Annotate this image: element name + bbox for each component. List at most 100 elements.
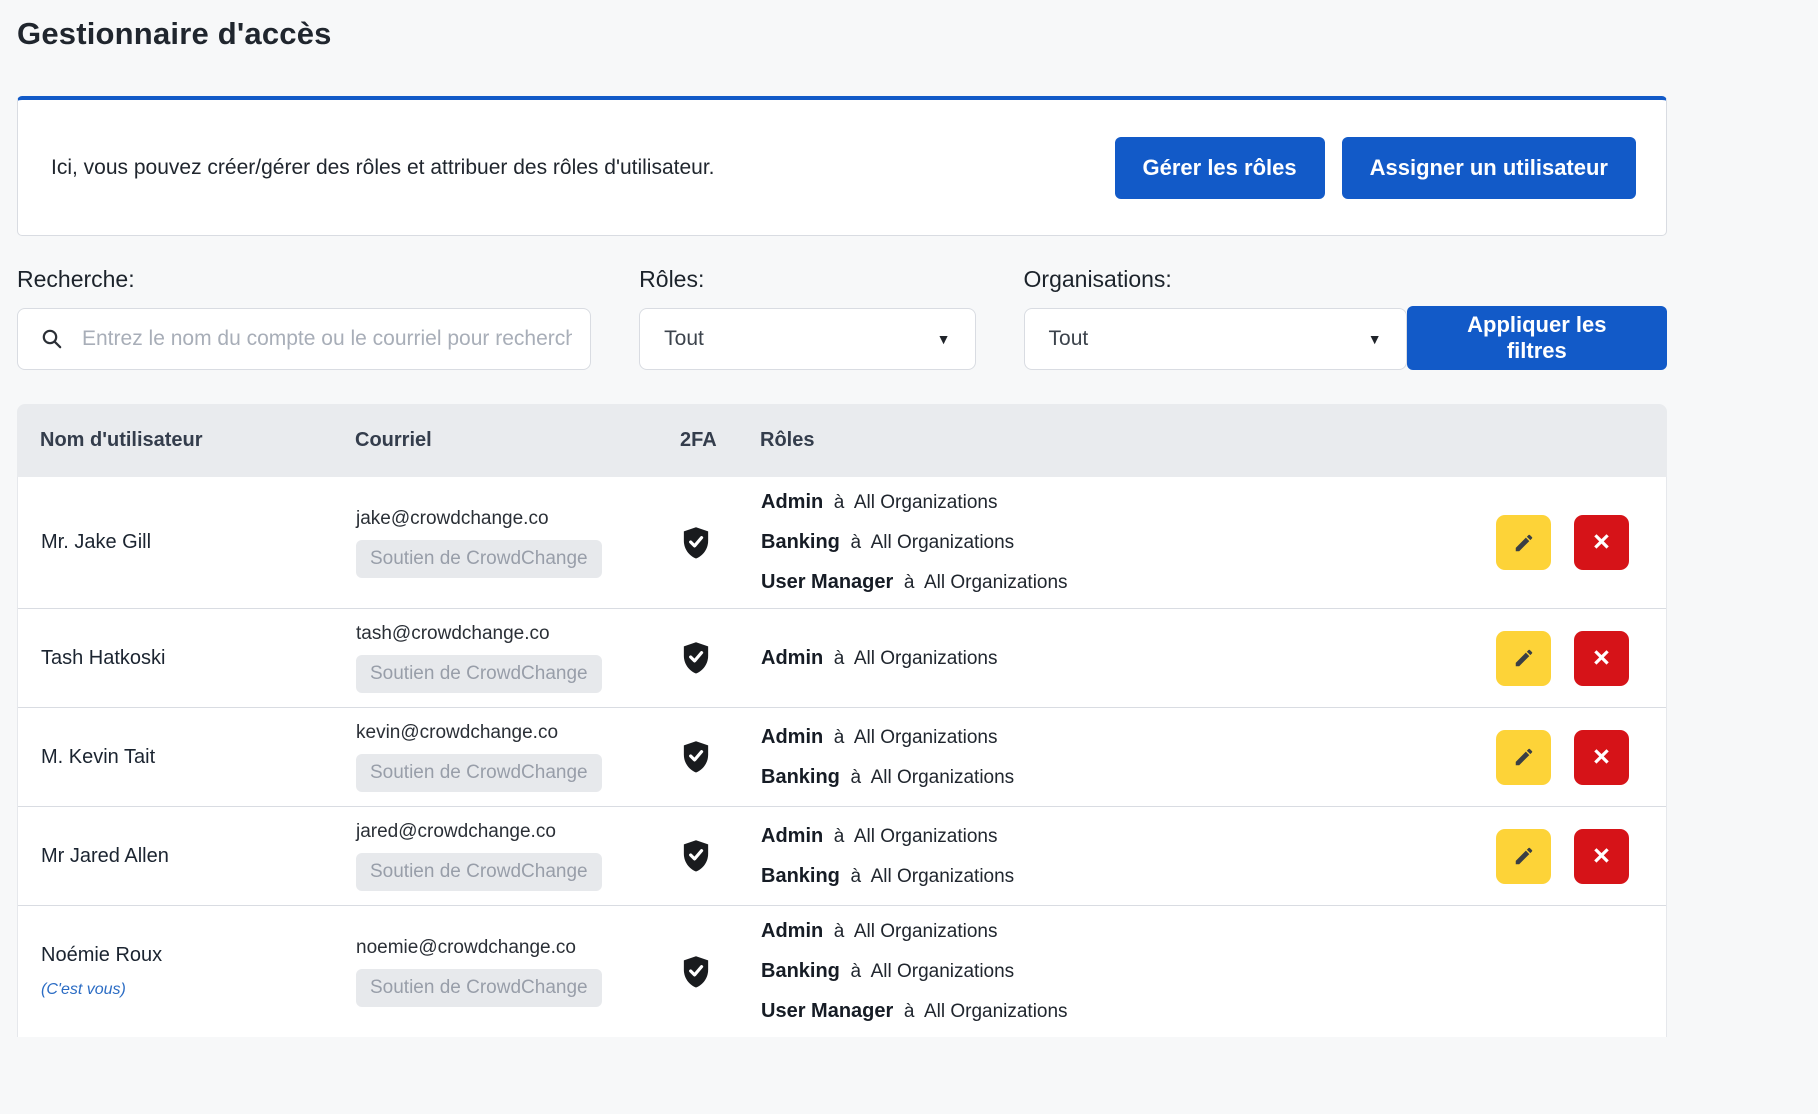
user-email-cell: jared@crowdchange.co Soutien de CrowdCha… — [356, 821, 681, 891]
search-input[interactable] — [82, 309, 572, 369]
table-body: Mr. Jake Gill jake@crowdchange.co Soutie… — [17, 477, 1667, 1037]
pencil-icon — [1513, 647, 1535, 669]
role-assignment: Banking à All Organizations — [761, 531, 1484, 554]
role-scope: All Organizations — [854, 921, 998, 942]
two-fa-cell — [681, 740, 761, 774]
roles-cell: Admin à All Organizations Banking à All … — [761, 491, 1496, 594]
user-email: jake@crowdchange.co — [356, 508, 665, 530]
shield-check-icon — [681, 740, 711, 774]
user-name: Tash Hatkoski — [41, 647, 166, 669]
support-badge: Soutien de CrowdChange — [356, 754, 602, 792]
role-connector: à — [834, 921, 845, 942]
chevron-down-icon: ▼ — [937, 331, 951, 347]
role-connector: à — [850, 961, 861, 982]
info-panel-description: Ici, vous pouvez créer/gérer des rôles e… — [51, 156, 715, 180]
column-header-roles: Rôles — [760, 429, 1497, 452]
shield-check-icon — [681, 955, 711, 989]
user-email-cell: tash@crowdchange.co Soutien de CrowdChan… — [356, 623, 681, 693]
shield-check-icon — [681, 526, 711, 560]
role-assignment: Admin à All Organizations — [761, 920, 1484, 943]
edit-user-button[interactable] — [1496, 515, 1551, 570]
edit-user-button[interactable] — [1496, 730, 1551, 785]
row-actions: × — [1496, 829, 1636, 884]
support-badge: Soutien de CrowdChange — [356, 969, 602, 1007]
user-name-cell: Mr. Jake Gill — [41, 531, 356, 554]
edit-user-button[interactable] — [1496, 631, 1551, 686]
user-email: tash@crowdchange.co — [356, 623, 665, 645]
chevron-down-icon: ▼ — [1368, 331, 1382, 347]
support-badge: Soutien de CrowdChange — [356, 853, 602, 891]
role-assignment: Banking à All Organizations — [761, 960, 1484, 983]
role-assignment: Admin à All Organizations — [761, 726, 1484, 749]
assign-user-button[interactable]: Assigner un utilisateur — [1342, 137, 1636, 199]
delete-user-button[interactable]: × — [1574, 515, 1629, 570]
role-connector: à — [834, 727, 845, 748]
two-fa-cell — [681, 839, 761, 873]
row-actions: × — [1496, 515, 1636, 570]
role-assignment: Admin à All Organizations — [761, 491, 1484, 514]
roles-cell: Admin à All Organizations — [761, 647, 1496, 670]
row-actions: × — [1496, 631, 1636, 686]
role-name: User Manager — [761, 571, 893, 593]
edit-user-button[interactable] — [1496, 829, 1551, 884]
table-row: Noémie Roux (C'est vous) noemie@crowdcha… — [18, 905, 1666, 1037]
x-icon: × — [1593, 743, 1610, 772]
roles-cell: Admin à All Organizations Banking à All … — [761, 825, 1496, 888]
role-scope: All Organizations — [924, 572, 1068, 593]
roles-cell: Admin à All Organizations Banking à All … — [761, 920, 1496, 1023]
role-scope: All Organizations — [871, 532, 1015, 553]
search-label: Recherche: — [17, 266, 591, 293]
roles-select[interactable]: Tout ▼ — [639, 308, 975, 370]
column-header-2fa: 2FA — [680, 429, 760, 452]
apply-filters-button[interactable]: Appliquer les filtres — [1407, 306, 1667, 370]
role-name: Banking — [761, 960, 840, 982]
role-connector: à — [834, 648, 845, 669]
two-fa-cell — [681, 526, 761, 560]
role-scope: All Organizations — [854, 492, 998, 513]
roles-filter-group: Rôles: Tout ▼ — [639, 266, 975, 370]
user-email: noemie@crowdchange.co — [356, 937, 665, 959]
pencil-icon — [1513, 532, 1535, 554]
organizations-label: Organisations: — [1024, 266, 1407, 293]
user-email-cell: kevin@crowdchange.co Soutien de CrowdCha… — [356, 722, 681, 792]
role-assignment: Banking à All Organizations — [761, 766, 1484, 789]
organizations-select[interactable]: Tout ▼ — [1024, 308, 1407, 370]
organizations-filter-group: Organisations: Tout ▼ — [1024, 266, 1407, 370]
shield-check-icon — [681, 641, 711, 675]
delete-user-button[interactable]: × — [1574, 730, 1629, 785]
role-assignment: User Manager à All Organizations — [761, 571, 1484, 594]
role-scope: All Organizations — [871, 866, 1015, 887]
role-name: User Manager — [761, 1000, 893, 1022]
pencil-icon — [1513, 746, 1535, 768]
role-assignment: Banking à All Organizations — [761, 865, 1484, 888]
roles-label: Rôles: — [639, 266, 975, 293]
search-filter-group: Recherche: — [17, 266, 591, 370]
role-assignment: Admin à All Organizations — [761, 647, 1484, 670]
role-assignment: Admin à All Organizations — [761, 825, 1484, 848]
user-email: jared@crowdchange.co — [356, 821, 665, 843]
user-email-cell: noemie@crowdchange.co Soutien de CrowdCh… — [356, 937, 681, 1007]
user-name-cell: M. Kevin Tait — [41, 746, 356, 769]
shield-check-icon — [681, 839, 711, 873]
manage-roles-button[interactable]: Gérer les rôles — [1115, 137, 1325, 199]
page-title: Gestionnaire d'accès — [17, 0, 1667, 52]
role-connector: à — [904, 572, 915, 593]
user-name: M. Kevin Tait — [41, 746, 155, 768]
role-connector: à — [850, 866, 861, 887]
table-row: M. Kevin Tait kevin@crowdchange.co Souti… — [18, 707, 1666, 806]
column-header-name: Nom d'utilisateur — [40, 429, 355, 452]
role-connector: à — [850, 767, 861, 788]
x-icon: × — [1593, 842, 1610, 871]
role-scope: All Organizations — [871, 961, 1015, 982]
search-box[interactable] — [17, 308, 591, 370]
delete-user-button[interactable]: × — [1574, 829, 1629, 884]
role-scope: All Organizations — [854, 727, 998, 748]
roles-cell: Admin à All Organizations Banking à All … — [761, 726, 1496, 789]
role-scope: All Organizations — [924, 1001, 1068, 1022]
delete-user-button[interactable]: × — [1574, 631, 1629, 686]
role-assignment: User Manager à All Organizations — [761, 1000, 1484, 1023]
row-actions: × — [1496, 730, 1636, 785]
role-connector: à — [904, 1001, 915, 1022]
role-name: Admin — [761, 726, 823, 748]
two-fa-cell — [681, 955, 761, 989]
